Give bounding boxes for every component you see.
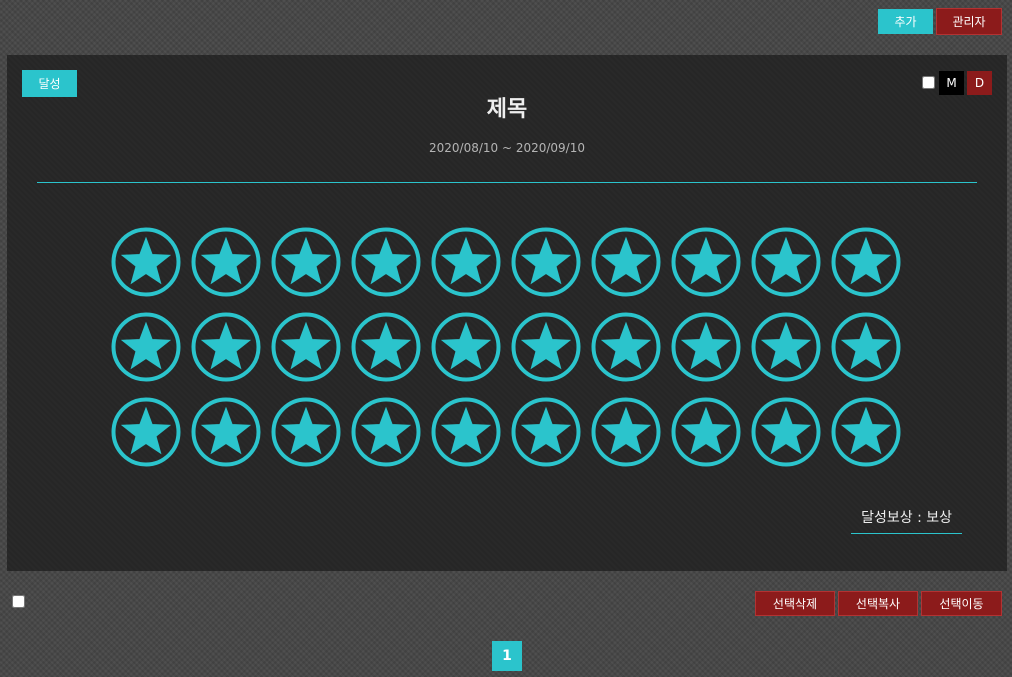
divider: [37, 182, 977, 183]
star-in-circle-icon: [111, 397, 181, 467]
star-in-circle-icon: [271, 227, 341, 297]
star-in-circle-icon: [271, 312, 341, 382]
star-in-circle-icon: [671, 227, 741, 297]
star-in-circle-icon: [591, 227, 661, 297]
star-in-circle-icon: [351, 227, 421, 297]
star-in-circle-icon: [831, 227, 901, 297]
star-in-circle-icon: [351, 397, 421, 467]
star-in-circle-icon: [671, 397, 741, 467]
star-in-circle-icon: [831, 312, 901, 382]
star-in-circle-icon: [351, 312, 421, 382]
date-range: 2020/08/10 ~ 2020/09/10: [428, 141, 585, 155]
star-in-circle-icon: [191, 312, 261, 382]
move-selected-button[interactable]: 선택이동: [921, 591, 1002, 616]
stamp-grid: [111, 227, 901, 467]
star-in-circle-icon: [511, 397, 581, 467]
star-in-circle-icon: [111, 312, 181, 382]
star-in-circle-icon: [271, 397, 341, 467]
admin-button[interactable]: 관리자: [936, 8, 1002, 35]
star-in-circle-icon: [751, 397, 821, 467]
add-button[interactable]: 추가: [878, 9, 933, 34]
star-in-circle-icon: [671, 312, 741, 382]
star-in-circle-icon: [591, 312, 661, 382]
star-in-circle-icon: [431, 397, 501, 467]
star-in-circle-icon: [111, 227, 181, 297]
copy-selected-button[interactable]: 선택복사: [838, 591, 918, 616]
star-in-circle-icon: [191, 227, 261, 297]
star-in-circle-icon: [511, 312, 581, 382]
delete-selected-button[interactable]: 선택삭제: [755, 591, 835, 616]
select-all-checkbox[interactable]: [12, 595, 25, 608]
star-in-circle-icon: [431, 312, 501, 382]
star-in-circle-icon: [751, 227, 821, 297]
star-in-circle-icon: [831, 397, 901, 467]
post-panel: 달성 M D 제목 2020/08/10 ~ 2020/09/10 달성보상 :…: [7, 55, 1007, 571]
page-title: 제목: [486, 97, 528, 122]
star-in-circle-icon: [751, 312, 821, 382]
pagination-page[interactable]: 1: [492, 641, 522, 671]
post-select-checkbox[interactable]: [922, 76, 935, 89]
reward-label: 달성보상 : 보상: [851, 507, 962, 534]
star-in-circle-icon: [431, 227, 501, 297]
star-in-circle-icon: [511, 227, 581, 297]
star-in-circle-icon: [591, 397, 661, 467]
star-in-circle-icon: [191, 397, 261, 467]
